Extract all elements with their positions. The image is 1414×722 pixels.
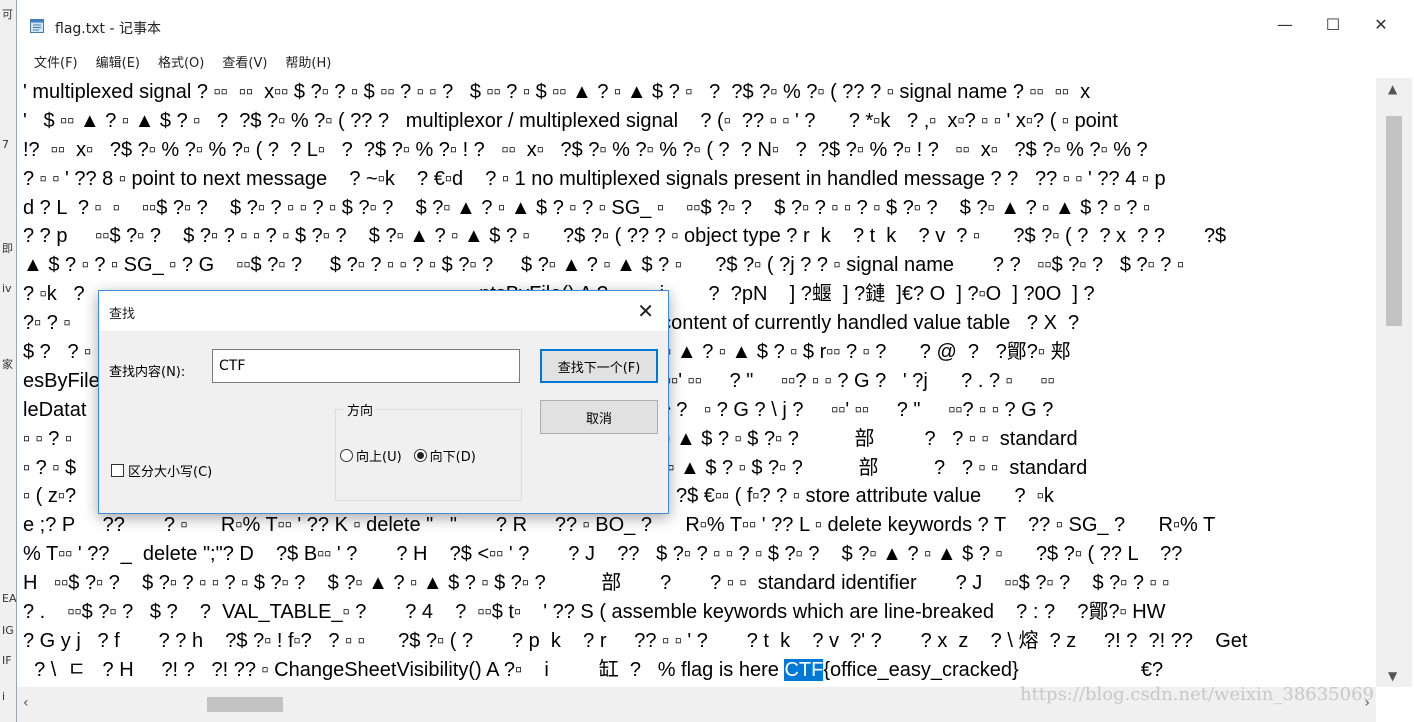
desktop-text: IF (2, 654, 12, 667)
text-line[interactable]: e ;? P ?? ? ▫ R▫% T▫▫ ' ?? K ▫ delete " … (23, 511, 1376, 540)
text-line[interactable]: ▲ $ ? ▫ ? ▫ SG_ ▫ ? G ▫▫$ ?▫ ? $ ?▫ ? ▫ … (23, 251, 1376, 280)
scroll-down-icon[interactable]: ▼ (1388, 669, 1397, 683)
text-line[interactable]: d ? L ? ▫ ▫ ▫▫$ ?▫ ? $ ?▫ ? ▫ ▫ ? ▫ $ ?▫… (23, 194, 1376, 223)
text-line[interactable]: ' $ ▫▫ ▲ ? ▫ ▲ $ ? ▫ ? ?$ ?▫ % ?▫ ( ?? ?… (23, 107, 1376, 136)
menu-view[interactable]: 查看(V) (213, 52, 276, 71)
direction-options: 向上(U) 向下(D) (340, 446, 476, 465)
minimize-button[interactable]: — (1262, 8, 1308, 40)
direction-down-radio[interactable]: 向下(D) (413, 446, 476, 465)
find-next-button[interactable]: 查找下一个(F) (540, 349, 658, 383)
menu-file[interactable]: 文件(F) (25, 52, 87, 71)
match-case-label: 区分大小写(C) (128, 465, 213, 480)
text-line-content: ' $ ▫▫ ▲ ? ▫ ▲ $ ? ▫ ? ?$ ?▫ % ?▫ ( ?? ?… (23, 109, 1118, 132)
scroll-left-icon[interactable]: ‹ (23, 695, 29, 711)
vertical-scrollbar[interactable]: ▲ ▼ (1376, 78, 1412, 687)
text-line-content: ? \ ㄷ ? H ?! ? ?! ?? ▫ ChangeSheetVisibi… (23, 658, 785, 681)
find-body: 查找内容(N): 查找下一个(F) 取消 方向 向上(U) 向下(D) 区分大小… (99, 331, 668, 513)
notepad-icon (30, 19, 44, 33)
text-line-content: e ;? P ?? ? ▫ R▫% T▫▫ ' ?? K ▫ delete " … (23, 514, 1216, 537)
checkbox-icon[interactable] (111, 464, 124, 477)
text-line-content: ▲ $ ? ▫ ? ▫ SG_ ▫ ? G ▫▫$ ?▫ ? $ ?▫ ? ▫ … (23, 254, 1185, 277)
match-case-checkbox[interactable]: 区分大小写(C) (111, 461, 212, 480)
direction-up-radio[interactable]: 向上(U) (340, 446, 402, 465)
radio-unchecked-icon[interactable] (340, 449, 353, 462)
desktop-text: 即 (2, 242, 13, 255)
direction-label: 方向 (344, 400, 377, 419)
menu-format[interactable]: 格式(O) (149, 52, 213, 71)
text-line-content: !? ▫▫ x▫ ?$ ?▫ % ?▫ % ?▫ ( ? ? L▫ ? ?$ ?… (23, 138, 1148, 161)
menu-help[interactable]: 帮助(H) (276, 52, 340, 71)
text-line-content: H ▫▫$ ?▫ ? $ ?▫ ? ▫ ▫ ? ▫ $ ?▫ ? $ ?▫ ▲ … (23, 572, 1170, 595)
close-button[interactable]: ✕ (1358, 8, 1404, 40)
find-dialog: 查找 ✕ 查找内容(N): 查找下一个(F) 取消 方向 向上(U) 向下(D)… (98, 290, 669, 514)
desktop-text: 7 (2, 138, 9, 151)
text-line[interactable]: ? ? p ▫▫$ ?▫ ? $ ?▫ ? ▫ ▫ ? ▫ $ ?▫ ? $ ?… (23, 222, 1376, 251)
text-line-content: ' multiplexed signal ? ▫▫ ▫▫ x▫▫ $ ?▫ ? … (23, 81, 1091, 103)
text-line-content: ? G y j ? f ? ? h ?$ ?▫ ! f▫? ? ▫ ▫ ?$ ?… (23, 629, 1248, 652)
text-line[interactable]: ? G y j ? f ? ? h ?$ ?▫ ! f▫? ? ▫ ▫ ?$ ?… (23, 627, 1376, 656)
text-line-content: d ? L ? ▫ ▫ ▫▫$ ?▫ ? $ ?▫ ? ▫ ▫ ? ▫ $ ?▫… (23, 196, 1151, 219)
find-title-bar[interactable]: 查找 ✕ (99, 291, 668, 331)
maximize-icon: ☐ (1325, 14, 1341, 34)
desktop-text: 可 (2, 8, 13, 21)
text-line-content: % T▫▫ ' ?? _ delete ";"? D ?$ B▫▫ ' ? ? … (23, 543, 1183, 566)
text-line-content: ? . ▫▫$ ?▫ ? $ ? ? VAL_TABLE_▫ ? ? 4 ? ▫… (23, 601, 1166, 624)
desktop-text: 家 (2, 358, 13, 371)
text-line[interactable]: ? \ ㄷ ? H ?! ? ?! ?? ▫ ChangeSheetVisibi… (23, 656, 1376, 685)
vertical-scroll-thumb[interactable] (1386, 116, 1402, 326)
watermark: https://blog.csdn.net/weixin_38635069 (1019, 684, 1374, 705)
desktop-background: 可 7 即 iv 家 EA IG IF i (0, 0, 16, 722)
find-what-label: 查找内容(N): (109, 365, 186, 380)
text-line[interactable]: ' multiplexed signal ? ▫▫ ▫▫ x▫▫ $ ?▫ ? … (23, 78, 1376, 107)
text-line[interactable]: ? . ▫▫$ ?▫ ? $ ? ? VAL_TABLE_▫ ? ? 4 ? ▫… (23, 598, 1376, 627)
maximize-button[interactable]: ☐ (1310, 8, 1356, 40)
menu-bar: 文件(F) 编辑(E) 格式(O) 查看(V) 帮助(H) (17, 48, 1412, 74)
find-close-icon[interactable]: ✕ (637, 299, 654, 323)
find-what-input[interactable] (212, 349, 520, 383)
window-title: flag.txt - 记事本 (55, 21, 161, 37)
text-line[interactable]: H ▫▫$ ?▫ ? $ ?▫ ? ▫ ▫ ? ▫ $ ?▫ ? $ ?▫ ▲ … (23, 569, 1376, 598)
desktop-text: i (2, 690, 6, 703)
flag-text: {office_easy_cracked} €? (823, 658, 1164, 681)
find-dialog-title: 查找 (109, 307, 136, 322)
radio-checked-icon[interactable] (413, 449, 427, 462)
direction-down-label: 向下(D) (429, 450, 476, 465)
desktop-text: iv (2, 282, 12, 295)
direction-up-label: 向上(U) (356, 450, 402, 465)
direction-group: 方向 向上(U) 向下(D) (335, 400, 522, 501)
text-line-content: ? ? p ▫▫$ ?▫ ? $ ?▫ ? ▫ ▫ ? ▫ $ ?▫ ? $ ?… (23, 225, 1227, 248)
desktop-text: IG (2, 624, 14, 637)
selected-search-match[interactable]: CTF (784, 658, 824, 681)
minimize-icon: — (1277, 14, 1293, 34)
text-line[interactable]: ? ▫ ▫ ' ?? 8 ▫ point to next message ? ~… (23, 165, 1376, 194)
title-bar[interactable]: flag.txt - 记事本 — ☐ ✕ (17, 0, 1412, 46)
desktop-text: EA (2, 592, 16, 605)
horizontal-scroll-thumb[interactable] (207, 697, 283, 712)
text-line[interactable]: % T▫▫ ' ?? _ delete ";"? D ?$ B▫▫ ' ? ? … (23, 540, 1376, 569)
scroll-up-icon[interactable]: ▲ (1388, 82, 1397, 96)
close-icon: ✕ (1374, 14, 1388, 34)
menu-edit[interactable]: 编辑(E) (87, 52, 149, 71)
cancel-button[interactable]: 取消 (540, 400, 658, 434)
text-line[interactable]: !? ▫▫ x▫ ?$ ?▫ % ?▫ % ?▫ ( ? ? L▫ ? ?$ ?… (23, 136, 1376, 165)
text-line-content: ? ▫ ▫ ' ?? 8 ▫ point to next message ? ~… (23, 167, 1166, 190)
